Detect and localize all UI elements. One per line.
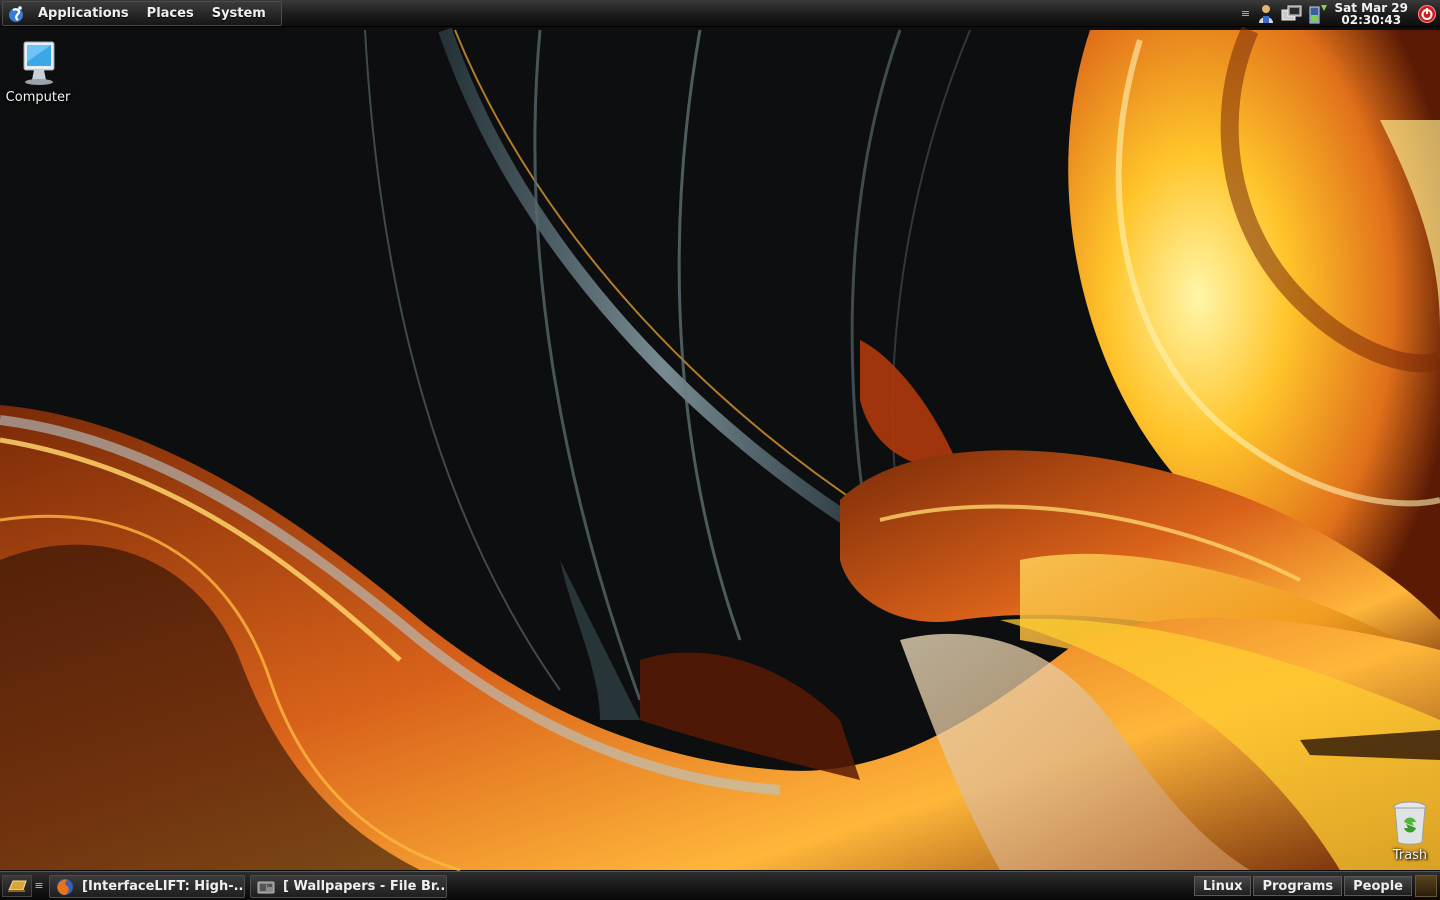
desktop[interactable]: Applications Places System ≡ Sat Mar 29 …	[0, 0, 1440, 900]
workspace-programs[interactable]: Programs	[1253, 876, 1343, 896]
tray-drag-handle[interactable]: ≡	[1239, 7, 1253, 20]
wallpaper	[0, 0, 1440, 900]
clock[interactable]: Sat Mar 29 02:30:43	[1331, 2, 1415, 26]
taskbar-item-firefox[interactable]: [InterfaceLIFT: High-...	[49, 875, 245, 898]
user-switcher-icon[interactable]	[1253, 2, 1279, 26]
trash-applet-button[interactable]	[1415, 875, 1437, 897]
workspace-linux[interactable]: Linux	[1193, 876, 1252, 896]
clock-time: 02:30:43	[1341, 12, 1402, 27]
file-browser-icon	[257, 878, 275, 896]
firefox-icon	[56, 878, 74, 896]
desktop-icon-trash-label: Trash	[1392, 848, 1428, 863]
menu-places[interactable]: Places	[138, 2, 203, 25]
gnome-foot-icon[interactable]	[3, 2, 29, 25]
desktop-icon-computer[interactable]: Computer	[0, 40, 76, 105]
show-desktop-button[interactable]	[2, 875, 32, 897]
power-icon[interactable]	[1414, 2, 1440, 26]
system-tray: ≡ Sat Mar 29 02:30:43	[1239, 0, 1440, 27]
workspace-people[interactable]: People	[1344, 876, 1412, 896]
desktop-icon-computer-label: Computer	[5, 90, 71, 105]
taskbar-item-firefox-label: [InterfaceLIFT: High-...	[82, 879, 244, 894]
main-menu-bar: Applications Places System	[2, 1, 282, 26]
bottom-panel: ≡ [InterfaceLIFT: High-... [ Wallpapers …	[0, 871, 1440, 900]
top-panel: Applications Places System ≡ Sat Mar 29 …	[0, 0, 1440, 27]
workspace-switcher: Linux Programs People	[1192, 876, 1412, 896]
computer-icon	[23, 41, 55, 85]
trash-icon	[1393, 801, 1427, 845]
clock-date: Sat Mar 29	[1334, 0, 1409, 15]
panel-drag-handle[interactable]: ≡	[34, 879, 44, 892]
menu-applications[interactable]: Applications	[29, 2, 138, 25]
network-icon[interactable]	[1279, 2, 1305, 26]
desktop-icon-trash[interactable]: Trash	[1372, 800, 1440, 863]
taskbar-item-file-browser-label: [ Wallpapers - File Br...	[283, 879, 446, 894]
menu-system[interactable]: System	[203, 2, 275, 25]
show-desktop-icon	[8, 880, 27, 892]
taskbar-item-file-browser[interactable]: [ Wallpapers - File Br...	[250, 875, 447, 898]
battery-icon[interactable]	[1305, 2, 1331, 26]
